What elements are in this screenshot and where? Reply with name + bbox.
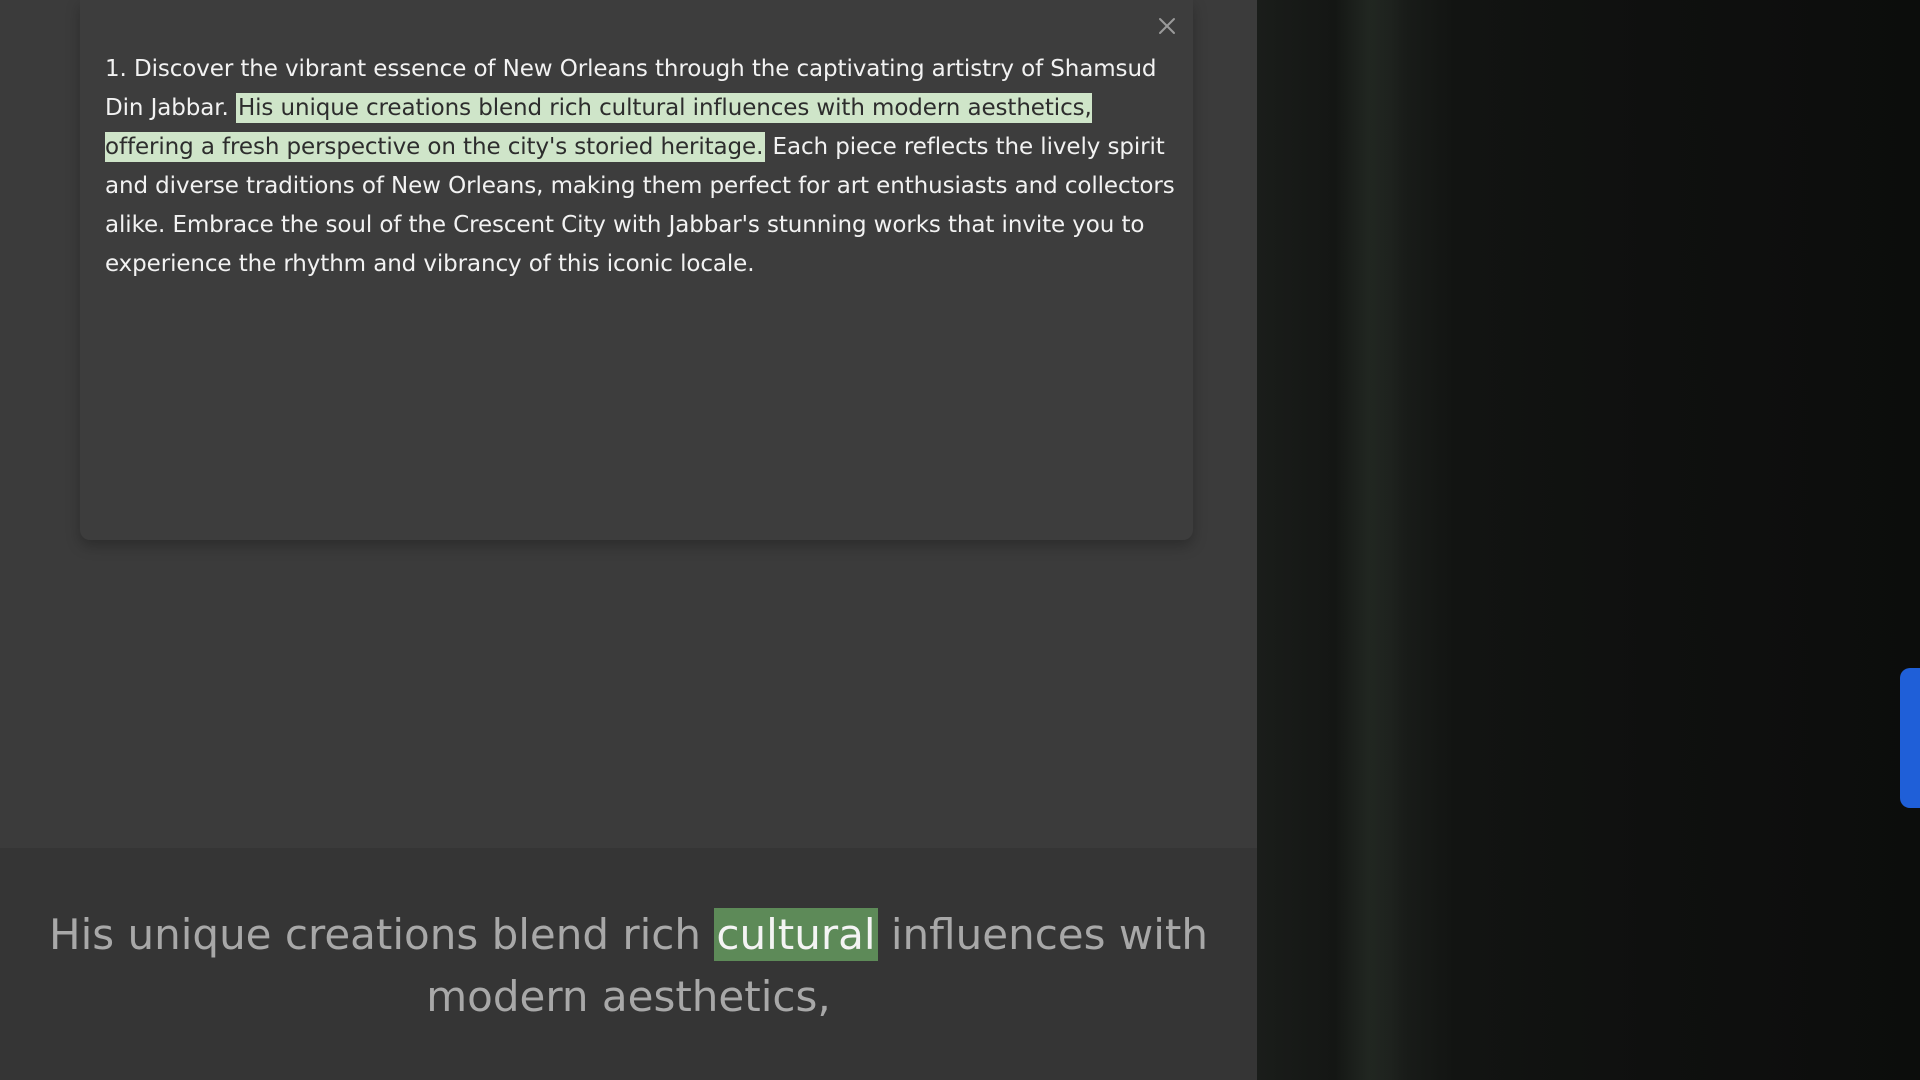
video-shadow-stripe — [1335, 0, 1405, 1080]
caption-current-word: cultural — [714, 908, 878, 961]
passage-card: 1. Discover the vibrant essence of New O… — [80, 0, 1193, 540]
close-icon — [1157, 16, 1177, 40]
caption-bar: His unique creations blend rich cultural… — [0, 848, 1257, 1080]
close-button[interactable] — [1149, 10, 1185, 46]
caption-text: His unique creations blend rich cultural… — [20, 904, 1237, 1028]
reader-panel: 1. Discover the vibrant essence of New O… — [0, 0, 1257, 1080]
passage-text: 1. Discover the vibrant essence of New O… — [105, 50, 1180, 284]
blue-edge-element — [1900, 668, 1920, 808]
caption-before: His unique creations blend rich — [49, 910, 715, 959]
video-background — [1257, 0, 1920, 1080]
